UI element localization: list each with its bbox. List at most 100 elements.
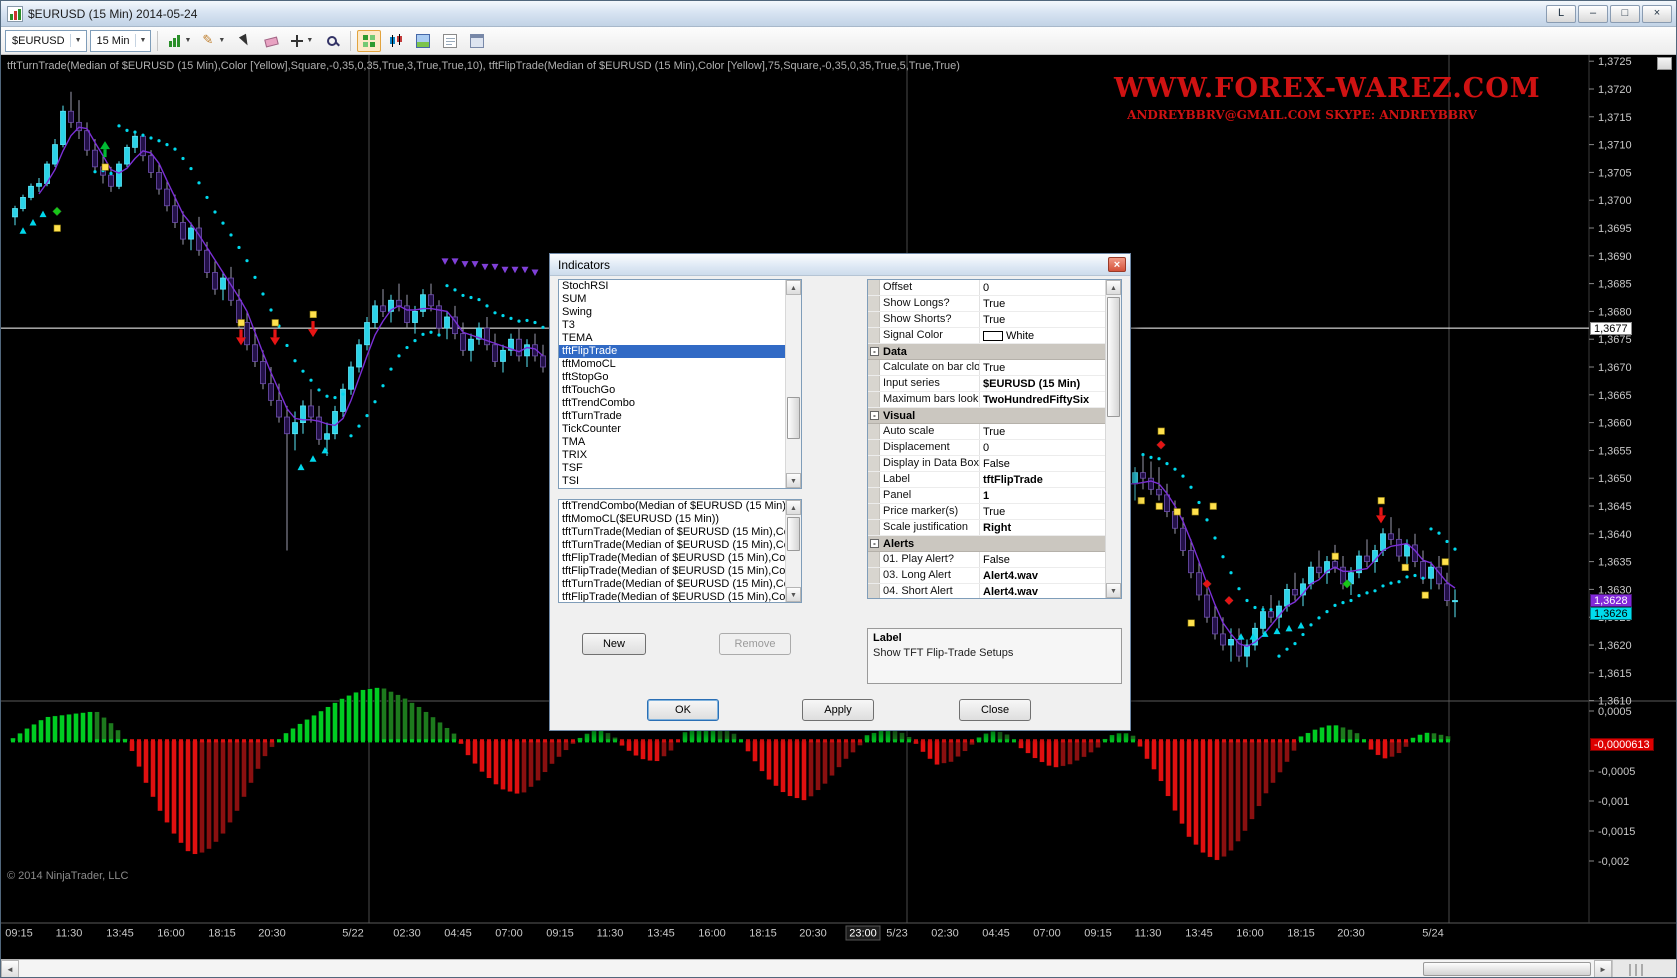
indicator-list-item[interactable]: tftTrendCombo — [559, 397, 785, 410]
vertical-scrollbar[interactable]: ▲ ▼ — [785, 280, 801, 488]
applied-indicator-item[interactable]: tftFlipTrade(Median of $EURUSD (15 Min),… — [559, 565, 785, 578]
property-value[interactable]: True — [980, 296, 1105, 311]
applied-indicator-item[interactable]: tftFlipTrade(Median of $EURUSD (15 Min),… — [559, 591, 785, 602]
property-value[interactable]: Alert4.wav — [980, 568, 1105, 583]
property-value[interactable]: 1 — [980, 488, 1105, 503]
property-row[interactable]: Displacement0 — [868, 440, 1105, 456]
property-row[interactable]: Scale justificationRight — [868, 520, 1105, 536]
collapse-icon[interactable]: - — [870, 347, 879, 356]
draw-tools-button[interactable]: ▼ — [198, 30, 229, 52]
scrollbar-track[interactable] — [786, 295, 801, 473]
collapse-icon[interactable]: - — [870, 411, 879, 420]
property-row[interactable]: Input series$EURUSD (15 Min) — [868, 376, 1105, 392]
property-value[interactable]: True — [980, 360, 1105, 375]
property-row[interactable]: Calculate on bar closTrue — [868, 360, 1105, 376]
property-row[interactable]: Maximum bars look lTwoHundredFiftySix — [868, 392, 1105, 408]
property-value[interactable]: Alert4.wav — [980, 584, 1105, 598]
interval-dropdown[interactable]: 15 Min ▼ — [90, 30, 152, 52]
scrollbar-thumb[interactable] — [1423, 962, 1591, 976]
applied-indicator-item[interactable]: tftTrendCombo(Median of $EURUSD (15 Min)… — [559, 500, 785, 513]
applied-indicators-list[interactable]: tftTrendCombo(Median of $EURUSD (15 Min)… — [558, 499, 802, 603]
indicator-list-item[interactable]: TSF — [559, 462, 785, 475]
close-button[interactable]: × — [1642, 5, 1672, 23]
property-row[interactable]: Auto scaleTrue — [868, 424, 1105, 440]
property-value[interactable]: False — [980, 552, 1105, 567]
indicator-list-item[interactable]: T3 — [559, 319, 785, 332]
scroll-right-icon[interactable]: ► — [1594, 960, 1612, 978]
properties-button[interactable] — [465, 30, 489, 52]
scroll-up-icon[interactable]: ▲ — [786, 500, 801, 515]
close-button-dialog[interactable]: Close — [959, 699, 1031, 721]
indicator-list-item[interactable]: tftTurnTrade — [559, 410, 785, 423]
indicator-list-item[interactable]: tftStopGo — [559, 371, 785, 384]
axis-top-button[interactable] — [1657, 57, 1672, 70]
scroll-down-icon[interactable]: ▼ — [786, 587, 801, 602]
scrollbar-track[interactable] — [19, 960, 1594, 978]
property-value[interactable]: White — [980, 328, 1105, 343]
indicator-list-item[interactable]: tftMomoCL — [559, 358, 785, 371]
indicator-list-item[interactable]: TSI — [559, 475, 785, 488]
scrollbar-thumb[interactable] — [787, 397, 800, 439]
ok-button[interactable]: OK — [647, 699, 719, 721]
property-row[interactable]: Show Shorts?True — [868, 312, 1105, 328]
indicators-button[interactable] — [357, 30, 381, 52]
apply-button[interactable]: Apply — [802, 699, 874, 721]
indicator-list-item[interactable]: tftFlipTrade — [559, 345, 785, 358]
zoom-button[interactable] — [320, 30, 344, 52]
property-category[interactable]: -Alerts — [868, 536, 1105, 552]
property-row[interactable]: Offset0 — [868, 280, 1105, 296]
scrollbar-thumb[interactable] — [1107, 297, 1120, 417]
indicator-list-item[interactable]: TEMA — [559, 332, 785, 345]
applied-indicator-item[interactable]: tftTurnTrade(Median of $EURUSD (15 Min),… — [559, 578, 785, 591]
property-row[interactable]: 04. Short AlertAlert4.wav — [868, 584, 1105, 598]
property-value[interactable]: 0 — [980, 280, 1105, 295]
applied-indicator-item[interactable]: tftTurnTrade(Median of $EURUSD (15 Min),… — [559, 539, 785, 552]
data-box-button[interactable] — [438, 30, 462, 52]
available-indicators-list[interactable]: StochRSISUMSwingT3TEMAtftFlipTradetftMom… — [558, 279, 802, 489]
bar-type-button[interactable]: ▼ — [164, 30, 195, 52]
scroll-left-icon[interactable]: ◄ — [1, 960, 19, 978]
property-value[interactable]: Right — [980, 520, 1105, 535]
property-row[interactable]: Signal ColorWhite — [868, 328, 1105, 344]
scroll-down-icon[interactable]: ▼ — [1106, 583, 1121, 598]
property-category[interactable]: -Data — [868, 344, 1105, 360]
snapshot-button[interactable] — [411, 30, 435, 52]
property-value[interactable]: 0 — [980, 440, 1105, 455]
property-row[interactable]: Show Longs?True — [868, 296, 1105, 312]
property-row[interactable]: Panel1 — [868, 488, 1105, 504]
scroll-down-icon[interactable]: ▼ — [786, 473, 801, 488]
maximize-button[interactable]: □ — [1610, 5, 1640, 23]
crosshair-button[interactable]: ▼ — [286, 30, 317, 52]
property-value[interactable]: True — [980, 424, 1105, 439]
property-value[interactable]: True — [980, 504, 1105, 519]
property-row[interactable]: 01. Play Alert?False — [868, 552, 1105, 568]
property-row[interactable]: 03. Long AlertAlert4.wav — [868, 568, 1105, 584]
dialog-titlebar[interactable]: Indicators × — [550, 254, 1130, 276]
property-row[interactable]: LabeltftFlipTrade — [868, 472, 1105, 488]
scrollbar-thumb[interactable] — [787, 517, 800, 551]
eraser-button[interactable] — [259, 30, 283, 52]
property-value[interactable]: TwoHundredFiftySix — [980, 392, 1105, 407]
scroll-up-icon[interactable]: ▲ — [1106, 280, 1121, 295]
indicator-list-item[interactable]: TickCounter — [559, 423, 785, 436]
applied-indicator-item[interactable]: tftTurnTrade(Median of $EURUSD (15 Min),… — [559, 526, 785, 539]
properties-grid[interactable]: Offset0Show Longs?TrueShow Shorts?TrueSi… — [867, 279, 1122, 599]
vertical-scrollbar[interactable]: ▲ ▼ — [1105, 280, 1121, 598]
chart-type-button[interactable] — [384, 30, 408, 52]
collapse-icon[interactable]: - — [870, 539, 879, 548]
minimize-button[interactable]: – — [1578, 5, 1608, 23]
link-button[interactable]: L — [1546, 5, 1576, 23]
scrollbar-track[interactable] — [786, 515, 801, 587]
scroll-up-icon[interactable]: ▲ — [786, 280, 801, 295]
dialog-close-icon[interactable]: × — [1108, 257, 1126, 272]
vertical-scrollbar[interactable]: ▲ ▼ — [785, 500, 801, 602]
indicator-list-item[interactable]: SUM — [559, 293, 785, 306]
indicator-list-item[interactable]: StochRSI — [559, 280, 785, 293]
indicator-list-item[interactable]: TMA — [559, 436, 785, 449]
property-value[interactable]: False — [980, 456, 1105, 471]
chart-area[interactable]: 1,37251,37201,37151,37101,37051,37001,36… — [1, 55, 1676, 959]
applied-indicator-item[interactable]: tftFlipTrade(Median of $EURUSD (15 Min),… — [559, 552, 785, 565]
indicator-list-item[interactable]: TRIX — [559, 449, 785, 462]
property-value[interactable]: $EURUSD (15 Min) — [980, 376, 1105, 391]
remove-button[interactable]: Remove — [719, 633, 791, 655]
